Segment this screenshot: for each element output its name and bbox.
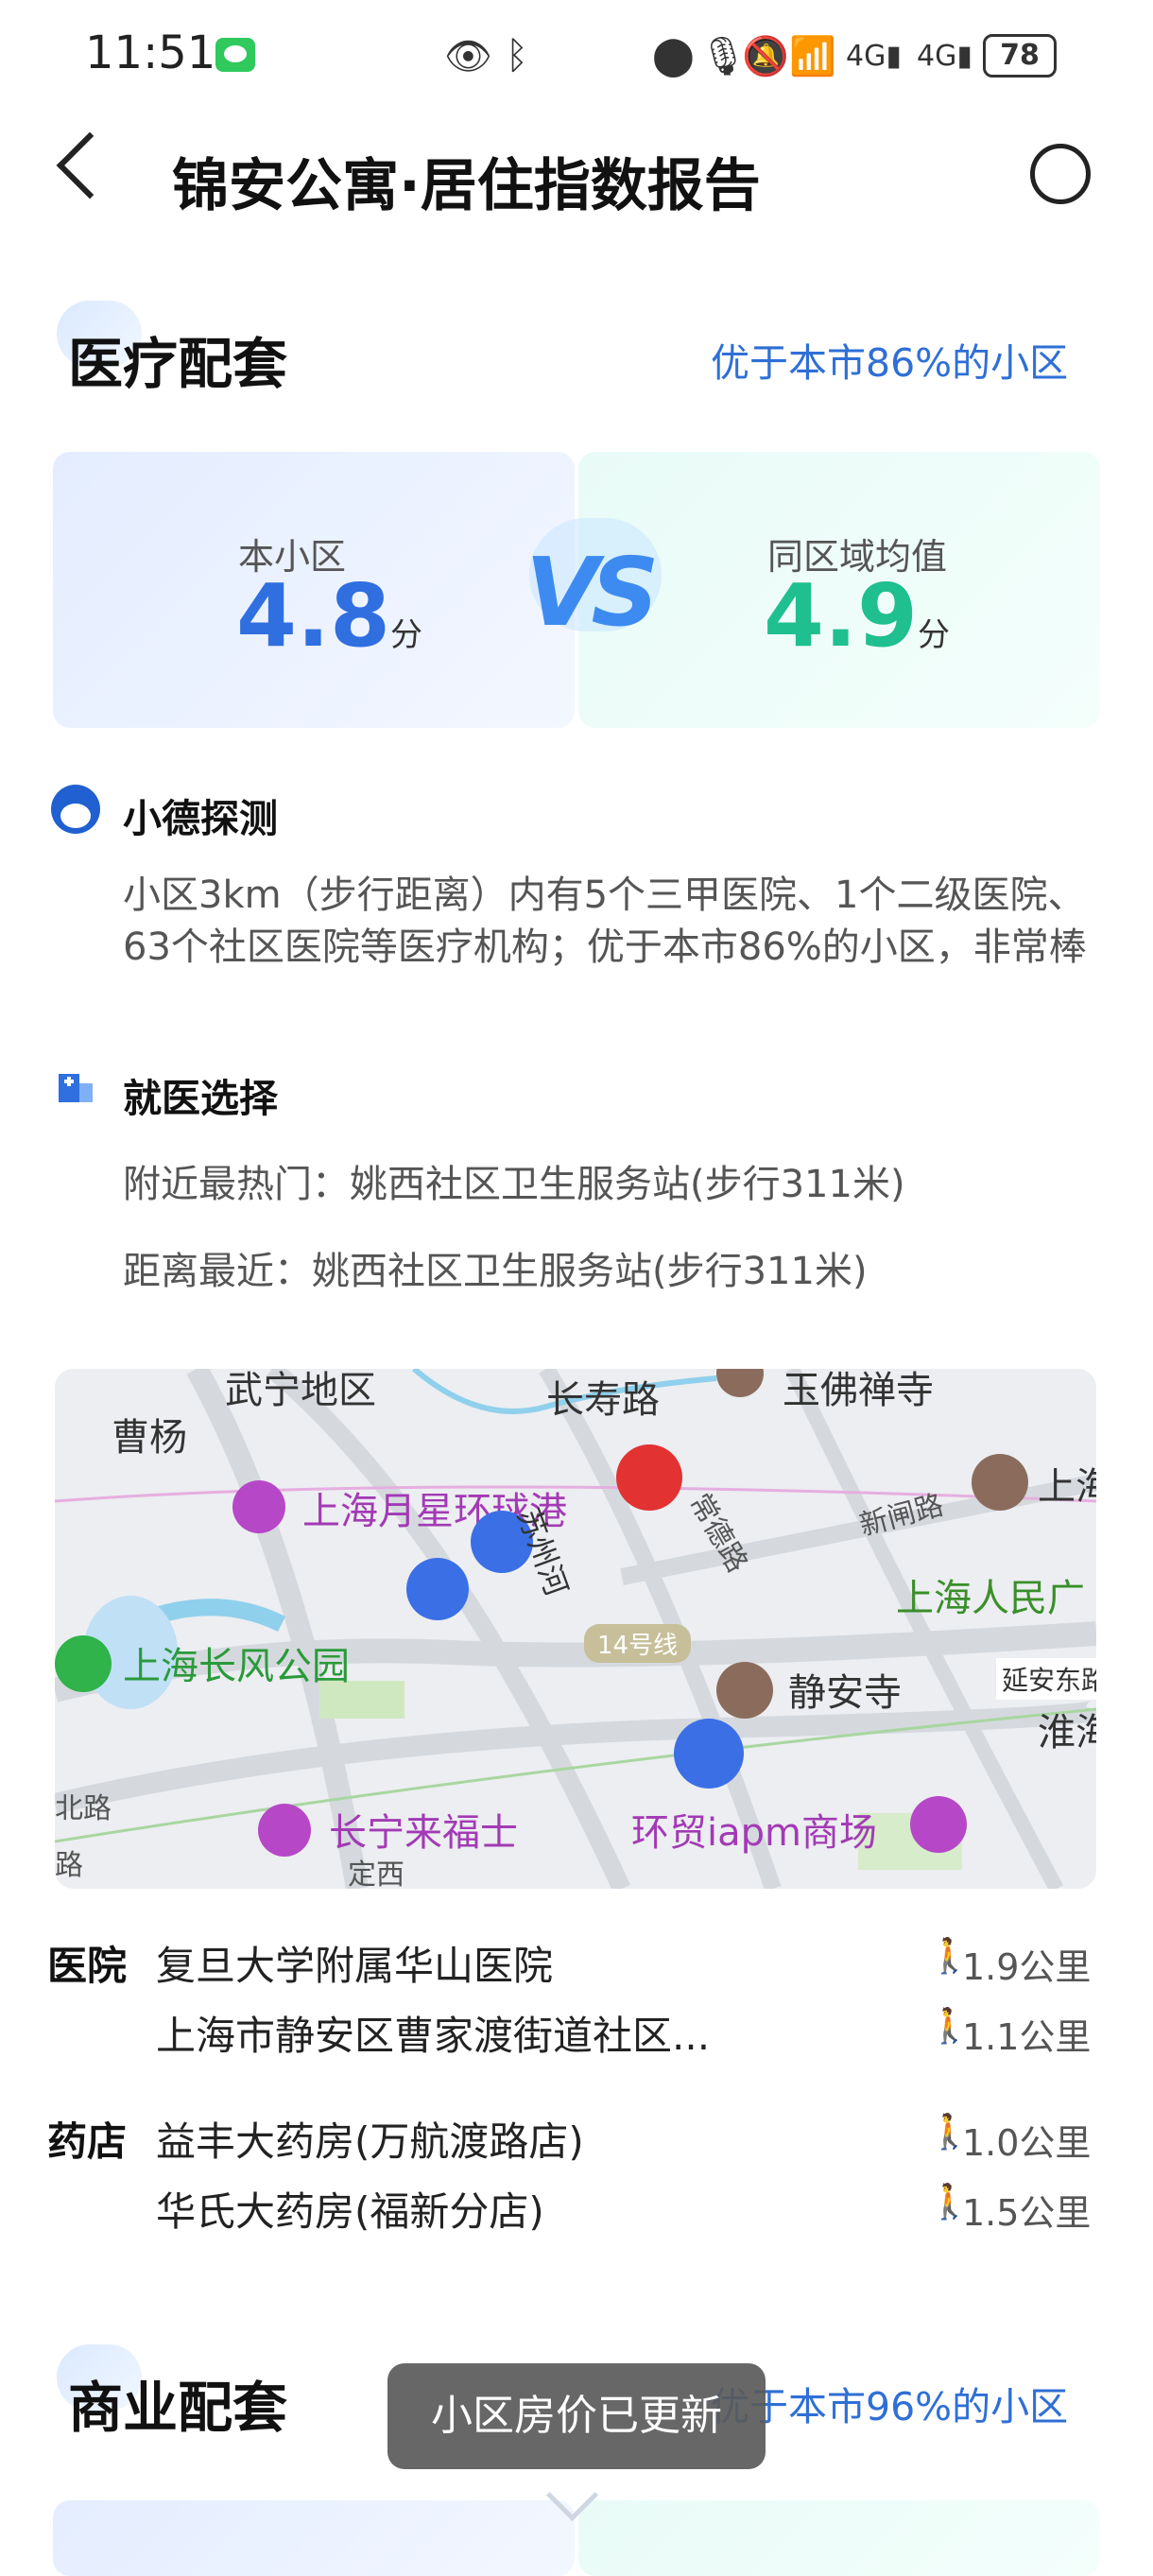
wechat-icon — [215, 38, 255, 72]
status-time: 11:51 — [85, 26, 216, 79]
map-label-jingan: 静安寺 — [788, 1671, 902, 1715]
map-label-wuning: 武宁地区 — [225, 1369, 376, 1412]
mute-icon: 🔕 — [742, 35, 789, 78]
map-label-iapm[interactable]: 环贸iapm商场 — [631, 1802, 877, 1857]
commercial-score-card — [53, 2500, 575, 2576]
this-score-value: 4.8 — [236, 565, 390, 666]
hospital-name[interactable]: 复旦大学附属华山医院 — [156, 1934, 553, 1992]
temple-icon-2 — [716, 1662, 773, 1719]
map-label-huaihai: 淮海 — [1038, 1711, 1096, 1755]
mascot-icon — [51, 785, 100, 834]
mic-icon: 🎙 — [699, 35, 748, 78]
shopping-bag-icon — [232, 1480, 285, 1533]
toast-message: 小区房价已更新 — [387, 2363, 766, 2469]
signal-4g-icon-2: 4G▮ — [917, 40, 972, 73]
detect-text: 小区3km（步行距离）内有5个三甲医院、1个二级医院、63个社区医院等医疗机构；… — [123, 873, 1087, 969]
avg-score-value: 4.9 — [764, 565, 918, 666]
map-label-changshou: 长寿路 — [546, 1378, 660, 1422]
shopping-bag-icon-3 — [910, 1796, 967, 1853]
choice-title: 就医选择 — [123, 1076, 278, 1121]
detect-title: 小德探测 — [123, 796, 278, 841]
museum-icon — [972, 1454, 1028, 1511]
pharmacy-name[interactable]: 华氏大药房(福新分店) — [156, 2180, 544, 2238]
hospital-distance: 1.1公里 — [962, 2016, 1092, 2058]
commercial-average-card — [578, 2500, 1100, 2576]
score-unit-2: 分 — [917, 616, 950, 654]
shopping-bag-icon-2 — [258, 1804, 311, 1857]
area-average-score: 4.9分 — [764, 565, 950, 666]
plus-pin-icon[interactable] — [674, 1719, 744, 1789]
bluetooth-icon: ᛒ — [506, 34, 528, 78]
hospital-name[interactable]: 上海市静安区曹家渡街道社区... — [156, 2004, 710, 2062]
back-arrow-icon[interactable] — [56, 131, 124, 199]
pharmacy-distance: 1.5公里 — [962, 2192, 1092, 2234]
map-label-shanghai: 上海 — [1038, 1465, 1096, 1509]
park-icon — [55, 1635, 112, 1692]
map-label-road-left: 北路 — [55, 1792, 112, 1825]
map-label-yanan: 延安东路 — [996, 1658, 1096, 1700]
section-title-medical: 医疗配套 — [68, 332, 288, 396]
status-bar: 11:51 👁 ᛒ ⬤ 🎙 🔕 📶 4G▮ 4G▮ 78 — [0, 0, 1153, 113]
section-title-commercial: 商业配套 — [68, 2376, 288, 2440]
map-label-caoyang: 曹杨 — [112, 1416, 187, 1460]
wifi-icon: 📶 — [789, 35, 836, 78]
hospital-icon — [59, 1074, 93, 1102]
map-label-road-left-2: 路 — [55, 1849, 83, 1882]
nearest-hospital-line: 距离最近：姚西社区卫生服务站(步行311米) — [123, 1250, 868, 1293]
battery-indicator: 78 — [983, 34, 1057, 78]
score-unit: 分 — [389, 616, 422, 654]
eye-icon: 👁 — [444, 35, 492, 78]
pharmacy-name[interactable]: 益丰大药房(万航渡路店) — [156, 2110, 584, 2168]
map-label-laifu[interactable]: 长宁来福士 — [329, 1802, 518, 1857]
map-label-line14: 14号线 — [584, 1624, 692, 1663]
vs-badge: VS — [525, 537, 659, 648]
hospital-category-label: 医院 — [47, 1943, 128, 1989]
map-label-yufo: 玉佛禅寺 — [783, 1369, 934, 1412]
section-rank-medical[interactable]: 优于本市86%的小区 — [711, 331, 1068, 388]
hospital-pin-icon[interactable] — [406, 1558, 469, 1620]
home-pin-icon[interactable] — [616, 1444, 682, 1511]
signal-4g-icon: 4G▮ — [846, 40, 902, 73]
map-view[interactable]: 武宁地区 曹杨 长寿路 玉佛禅寺 上海月星环球港 常德路 新闸路 上海 上海人民… — [55, 1369, 1096, 1889]
location-icon: ⬤ — [652, 34, 695, 78]
map-label-changfeng[interactable]: 上海长风公园 — [123, 1635, 350, 1690]
page-title: 锦安公寓·居住指数报告 — [172, 153, 761, 219]
hot-hospital-line: 附近最热门：姚西社区卫生服务站(步行311米) — [123, 1163, 905, 1206]
pharmacy-distance: 1.0公里 — [962, 2122, 1092, 2164]
map-label-renmin: 上海人民广 — [896, 1577, 1085, 1620]
pharmacy-category-label: 药店 — [47, 2118, 128, 2165]
this-community-score: 4.8分 — [236, 565, 422, 666]
share-icon[interactable] — [1030, 144, 1091, 204]
map-label-dingxi: 定西 — [348, 1859, 404, 1889]
hospital-distance: 1.9公里 — [962, 1946, 1092, 1988]
